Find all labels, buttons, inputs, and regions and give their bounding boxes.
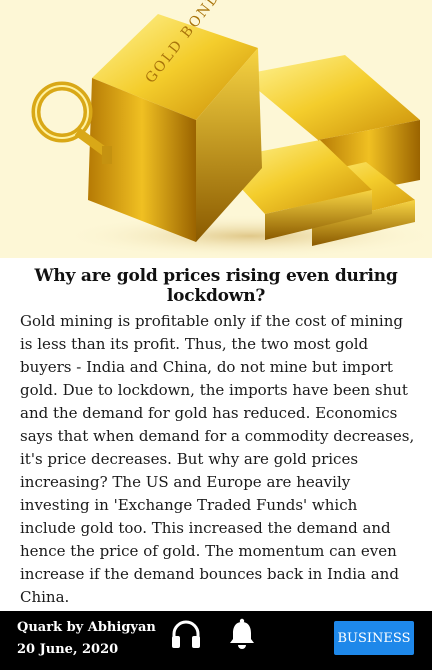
category-business-button[interactable]: BUSINESS bbox=[334, 621, 414, 655]
gold-bars-image: GOLD BONDS bbox=[0, 0, 432, 258]
article-headline: Why are gold prices rising even during l… bbox=[34, 266, 398, 306]
news-card: GOLD BONDS Why are gold prices rising ev… bbox=[0, 0, 432, 670]
publish-date: 20 June, 2020 bbox=[17, 642, 119, 657]
bell-icon[interactable] bbox=[225, 617, 259, 651]
article-footer: Quark by Abhigyan 20 June, 2020 BUSINESS bbox=[0, 611, 432, 670]
article-body: Gold mining is profitable only if the co… bbox=[20, 312, 415, 606]
source-name: Quark by Abhigyan bbox=[17, 620, 156, 635]
headphones-icon[interactable] bbox=[169, 617, 203, 651]
